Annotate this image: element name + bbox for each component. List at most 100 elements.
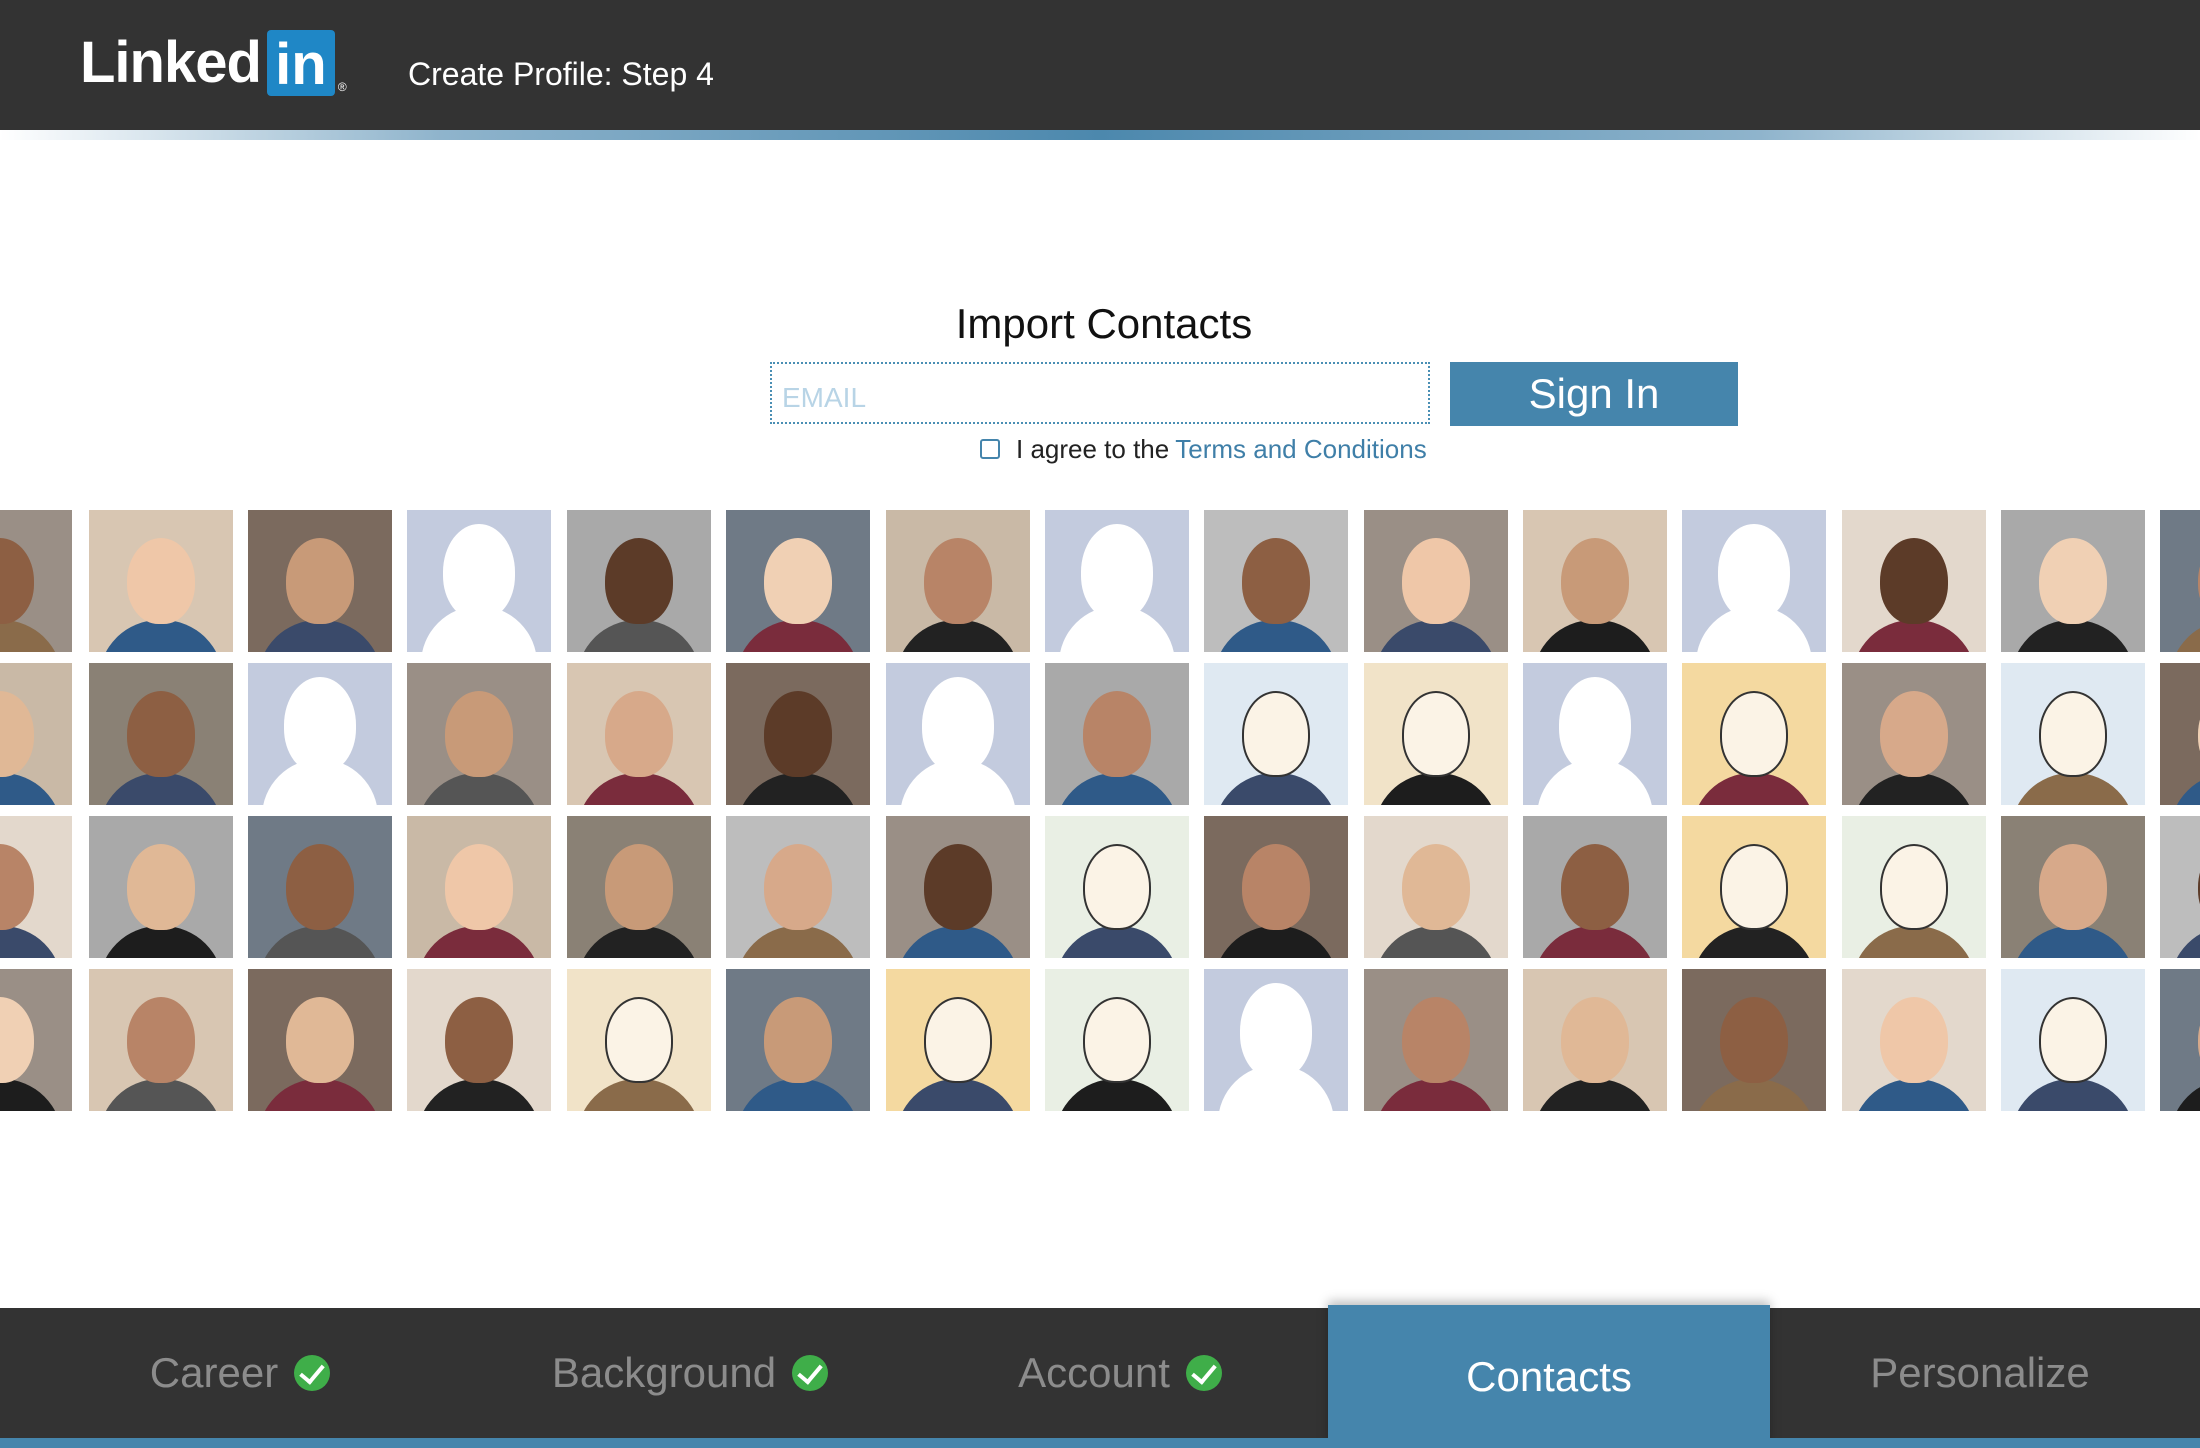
- tab-background-label: Background: [551, 1349, 777, 1396]
- contact-silhouette-avatar[interactable]: [1523, 663, 1667, 805]
- contact-photo[interactable]: [567, 663, 711, 805]
- contact-photo[interactable]: [89, 969, 233, 1111]
- avatar-shoulders: [896, 926, 1020, 958]
- contact-photo[interactable]: [1682, 663, 1826, 805]
- contact-photo[interactable]: [1364, 663, 1508, 805]
- contact-photo[interactable]: [89, 816, 233, 958]
- avatar-head: [605, 691, 673, 777]
- contact-photo[interactable]: [1364, 816, 1508, 958]
- contact-photo[interactable]: [1045, 969, 1189, 1111]
- terms-and-conditions-link[interactable]: Terms and Conditions: [1175, 434, 1426, 465]
- tab-personalize[interactable]: Personalize: [1790, 1308, 2170, 1438]
- contact-photo[interactable]: [1682, 969, 1826, 1111]
- contact-photo[interactable]: [407, 663, 551, 805]
- contact-photo[interactable]: [2001, 969, 2145, 1111]
- avatar-shoulders: [1852, 1079, 1976, 1111]
- contact-photo[interactable]: [0, 510, 72, 652]
- contact-photo[interactable]: [886, 969, 1030, 1111]
- contact-photo[interactable]: [1523, 816, 1667, 958]
- agree-checkbox[interactable]: [980, 439, 1000, 459]
- contact-photo[interactable]: [2160, 510, 2200, 652]
- avatar-head: [1561, 844, 1629, 930]
- contact-photo[interactable]: [89, 663, 233, 805]
- sign-in-button[interactable]: Sign In: [1450, 362, 1738, 426]
- contact-photo[interactable]: [886, 510, 1030, 652]
- avatar-head: [1720, 691, 1788, 777]
- contact-photo[interactable]: [1682, 816, 1826, 958]
- avatar-shoulders: [417, 926, 541, 958]
- contact-photo[interactable]: [248, 510, 392, 652]
- avatar-head: [1083, 997, 1151, 1083]
- contact-silhouette-avatar[interactable]: [886, 663, 1030, 805]
- avatar-head: [605, 844, 673, 930]
- header-divider: [0, 130, 2200, 140]
- contact-photo[interactable]: [1204, 510, 1348, 652]
- avatar-shoulders: [577, 1079, 701, 1111]
- contact-photo[interactable]: [1204, 816, 1348, 958]
- contact-silhouette-avatar[interactable]: [1045, 510, 1189, 652]
- contact-photo[interactable]: [0, 969, 72, 1111]
- avatar-shoulders: [577, 620, 701, 652]
- contact-photo[interactable]: [726, 663, 870, 805]
- contact-photo[interactable]: [1842, 510, 1986, 652]
- avatar-head: [1561, 538, 1629, 624]
- contact-photo[interactable]: [0, 816, 72, 958]
- avatar-shoulders: [2170, 1079, 2200, 1111]
- contact-silhouette-avatar[interactable]: [1682, 510, 1826, 652]
- avatar-shoulders: [736, 1079, 860, 1111]
- contact-photo[interactable]: [1045, 663, 1189, 805]
- tab-career[interactable]: Career: [60, 1308, 420, 1438]
- contact-photo[interactable]: [0, 663, 72, 805]
- avatar-head: [286, 997, 354, 1083]
- contact-photo[interactable]: [1842, 816, 1986, 958]
- contact-photo[interactable]: [2160, 816, 2200, 958]
- contact-silhouette-avatar[interactable]: [1204, 969, 1348, 1111]
- avatar-shoulders: [736, 620, 860, 652]
- contact-photo[interactable]: [1204, 663, 1348, 805]
- contact-photo[interactable]: [726, 816, 870, 958]
- avatar-head: [924, 538, 992, 624]
- avatar-head: [1242, 844, 1310, 930]
- avatar-shoulders: [2011, 1079, 2135, 1111]
- contact-photo[interactable]: [407, 816, 551, 958]
- contact-photo[interactable]: [567, 969, 711, 1111]
- contact-photo[interactable]: [89, 510, 233, 652]
- tab-contacts[interactable]: Contacts: [1328, 1305, 1770, 1448]
- avatar-head: [1880, 844, 1948, 930]
- contact-photo[interactable]: [1045, 816, 1189, 958]
- contact-photo[interactable]: [2001, 663, 2145, 805]
- linkedin-logo[interactable]: Linked in ®: [80, 30, 347, 97]
- contact-silhouette-avatar[interactable]: [248, 663, 392, 805]
- avatar-head: [284, 677, 356, 773]
- contact-photo[interactable]: [2160, 969, 2200, 1111]
- contact-photo[interactable]: [1842, 969, 1986, 1111]
- contact-photo[interactable]: [1364, 969, 1508, 1111]
- avatar-shoulders: [258, 926, 382, 958]
- email-input[interactable]: [770, 362, 1430, 424]
- avatar-head: [1083, 691, 1151, 777]
- contact-photo[interactable]: [2001, 510, 2145, 652]
- avatar-shoulders: [258, 1079, 382, 1111]
- contact-photo[interactable]: [248, 816, 392, 958]
- contact-photo[interactable]: [1364, 510, 1508, 652]
- import-contacts-title: Import Contacts: [955, 300, 1253, 347]
- contact-photo[interactable]: [1523, 510, 1667, 652]
- tab-background[interactable]: Background: [500, 1308, 880, 1438]
- contact-photo[interactable]: [567, 510, 711, 652]
- contact-silhouette-avatar[interactable]: [407, 510, 551, 652]
- contact-photo[interactable]: [1842, 663, 1986, 805]
- tab-account[interactable]: Account: [960, 1308, 1280, 1438]
- avatar-head: [1242, 538, 1310, 624]
- contact-photo[interactable]: [567, 816, 711, 958]
- avatar-head: [286, 538, 354, 624]
- contact-photo[interactable]: [1523, 969, 1667, 1111]
- contact-photo[interactable]: [2160, 663, 2200, 805]
- logo-registered-mark: ®: [337, 80, 347, 94]
- contact-photo[interactable]: [2001, 816, 2145, 958]
- contact-photo[interactable]: [726, 969, 870, 1111]
- avatar-shoulders: [736, 773, 860, 805]
- contact-photo[interactable]: [886, 816, 1030, 958]
- contact-photo[interactable]: [726, 510, 870, 652]
- contact-photo[interactable]: [407, 969, 551, 1111]
- contact-photo[interactable]: [248, 969, 392, 1111]
